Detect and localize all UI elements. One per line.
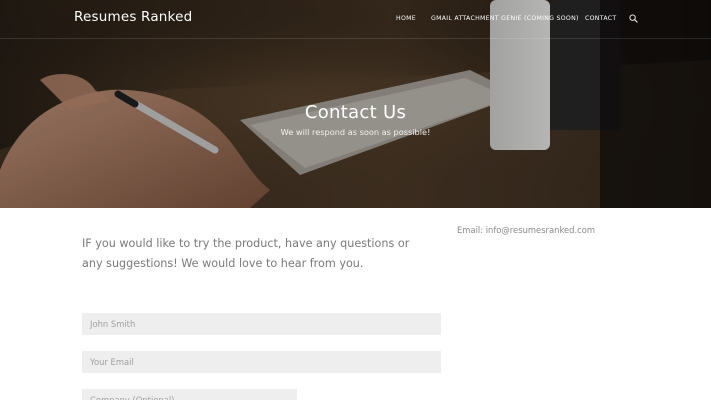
page-title: Contact Us xyxy=(304,102,407,123)
intro-text: IF you would like to try the product, ha… xyxy=(82,237,410,270)
email-field[interactable] xyxy=(82,351,441,373)
site-logo-link[interactable]: Resumes Ranked xyxy=(74,9,192,25)
contact-email-text: Email: info@resumesranked.com xyxy=(457,225,596,235)
name-field[interactable] xyxy=(82,313,441,335)
search-icon[interactable] xyxy=(629,14,638,23)
page-subtitle: We will respond as soon as possible! xyxy=(280,127,431,137)
contact-page: Contact Us We will respond as soon as po… xyxy=(0,0,711,400)
site-header: Resumes Ranked HOME GMAIL ATTACHMENT GEN… xyxy=(0,0,711,39)
nav-home-link[interactable]: HOME xyxy=(396,15,416,22)
nav-gmail-genie-link[interactable]: GMAIL ATTACHMENT GENIE (COMING SOON) xyxy=(431,15,579,22)
nav-contact-link[interactable]: CONTACT xyxy=(585,15,616,22)
company-field[interactable] xyxy=(82,389,297,400)
